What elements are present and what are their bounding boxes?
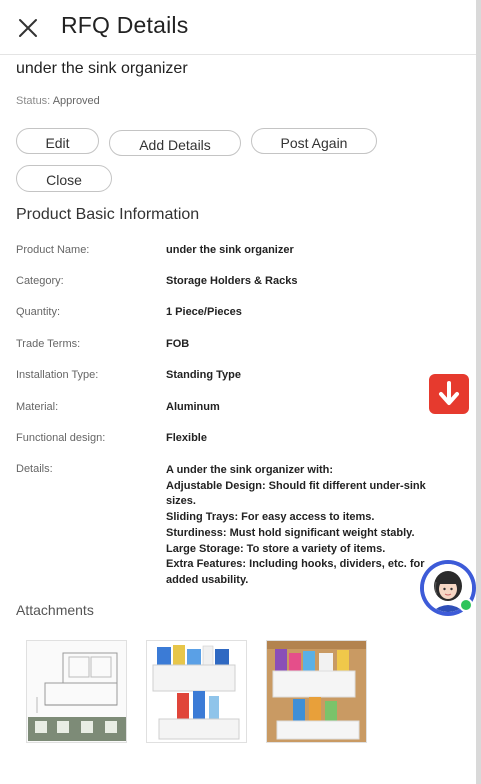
details-line: Extra Features: Including hooks, divider…	[166, 558, 425, 571]
page-title: RFQ Details	[61, 12, 189, 38]
row-label: Installation Type:	[16, 369, 99, 381]
online-status-dot	[459, 598, 473, 612]
close-icon[interactable]	[16, 16, 40, 40]
row-label: Category:	[16, 275, 64, 287]
row-label: Material:	[16, 401, 59, 413]
attachment-thumbnail[interactable]	[146, 640, 247, 743]
details-text: A under the sink organizer with: Adjusta…	[166, 463, 436, 589]
download-button[interactable]	[429, 374, 469, 414]
scrollbar-edge	[476, 0, 481, 784]
row-label: Quantity:	[16, 306, 61, 318]
row-value: FOB	[166, 338, 190, 350]
status-value: Approved	[52, 95, 100, 107]
product-title: under the sink organizer	[16, 60, 188, 77]
details-line: Large Storage: To store a variety of ite…	[166, 542, 386, 555]
download-arrow-icon	[439, 381, 459, 405]
post-again-button[interactable]: Post Again	[251, 128, 377, 154]
add-details-button[interactable]: Add Details	[109, 130, 241, 156]
details-line: sizes.	[166, 495, 196, 508]
details-line: Adjustable Design: Should fit different …	[166, 479, 426, 492]
edit-button[interactable]: Edit	[16, 128, 99, 154]
organizer-diagram-image	[27, 641, 126, 742]
organizer-with-bottles-image	[147, 641, 246, 742]
details-label: Details:	[16, 463, 53, 475]
attachment-thumbnail[interactable]	[26, 640, 127, 743]
row-value: 1 Piece/Pieces	[166, 306, 242, 318]
details-line: Sturdiness: Must hold significant weight…	[166, 526, 415, 539]
close-button[interactable]: Close	[16, 165, 112, 192]
row-label: Product Name:	[16, 244, 90, 256]
row-value: Flexible	[166, 432, 207, 444]
basic-info-title: Product Basic Information	[16, 206, 200, 223]
details-line: Sliding Trays: For easy access to items.	[166, 511, 375, 524]
attachments-title: Attachments	[16, 602, 94, 618]
details-line: added usability.	[166, 573, 249, 586]
row-value: Aluminum	[166, 401, 220, 413]
row-value: under the sink organizer	[166, 244, 294, 256]
attachment-thumbnail[interactable]	[266, 640, 367, 743]
row-label: Functional design:	[16, 432, 106, 444]
status: Status: Approved	[16, 95, 100, 107]
row-value: Standing Type	[166, 369, 241, 381]
row-label: Trade Terms:	[16, 338, 81, 350]
status-label: Status:	[16, 95, 51, 107]
header: RFQ Details	[0, 0, 476, 55]
row-value: Storage Holders & Racks	[166, 275, 298, 287]
organizer-under-sink-image	[267, 641, 366, 742]
details-line: A under the sink organizer with:	[166, 464, 334, 476]
rfq-details-panel: RFQ Details under the sink organizer Sta…	[0, 0, 476, 784]
